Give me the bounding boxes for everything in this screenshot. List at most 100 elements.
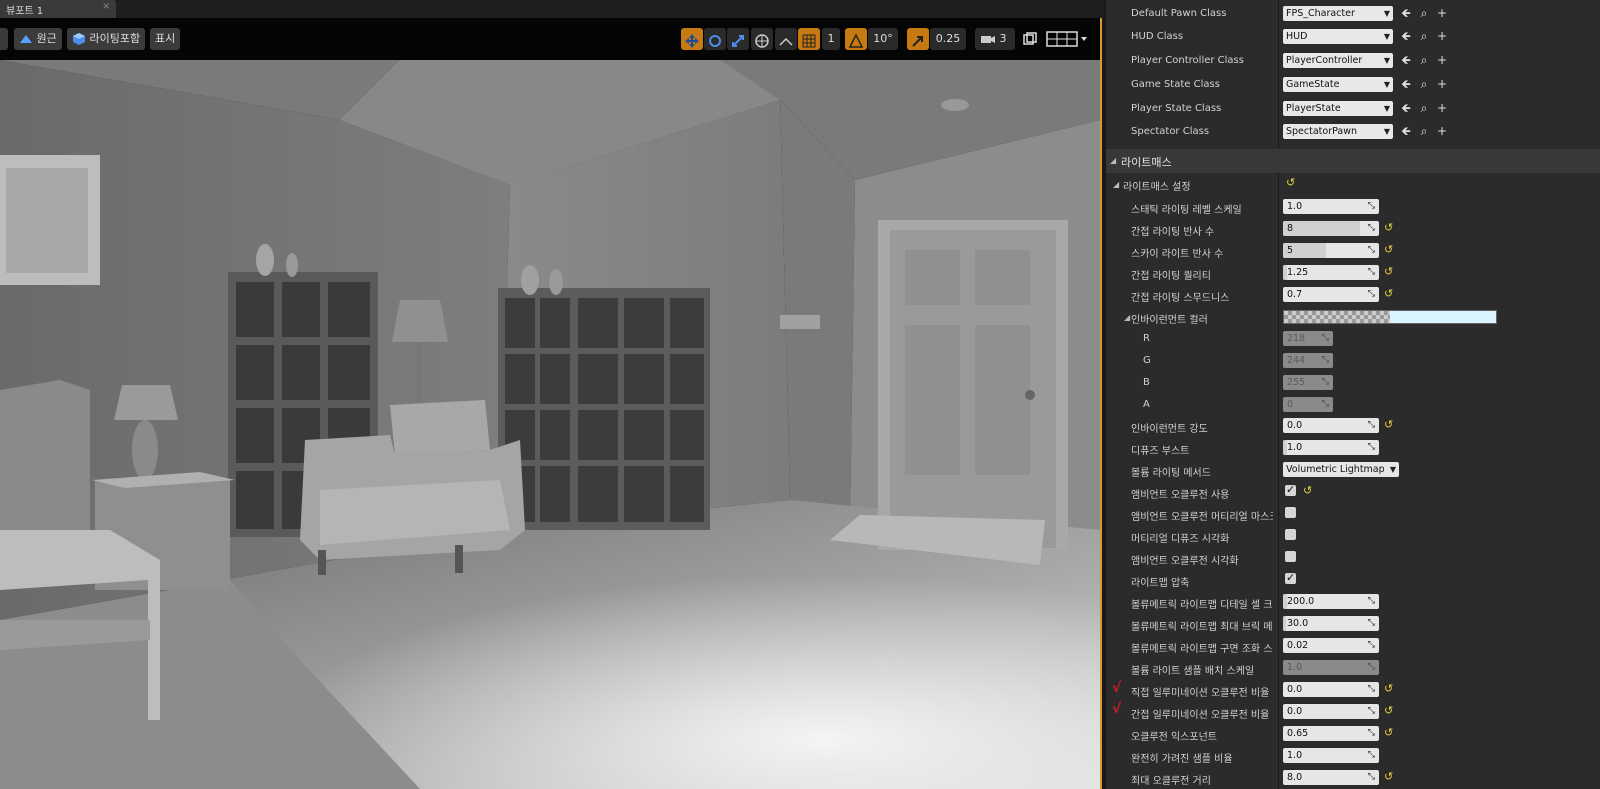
checkbox[interactable] (1285, 529, 1296, 540)
numeric-input[interactable]: 5 ⤡ (1283, 243, 1379, 258)
add-plus-icon[interactable]: + (1435, 28, 1449, 44)
drag-handle-icon: ⤡ (1321, 355, 1329, 365)
tab-viewport-1[interactable]: 뷰포트 1 × (0, 0, 116, 18)
reset-arrow-icon[interactable]: ↺ (1384, 243, 1393, 256)
color-swatch[interactable] (1283, 310, 1497, 324)
reset-arrow-icon[interactable]: ↺ (1303, 484, 1312, 497)
browse-search-icon[interactable]: ⌕ (1417, 123, 1431, 139)
lighting-method-select[interactable]: Volumetric Lightmap ▼ (1283, 462, 1399, 477)
numeric-input[interactable]: 8 ⤡ (1283, 221, 1379, 236)
lightmass-settings-header[interactable]: ◢ 라이트매스 설정 ↺ (1106, 173, 1600, 195)
layout-icon[interactable] (1046, 30, 1090, 48)
property-row-max-occlusion-distance: 최대 오클루전 거리 8.0 ⤡ ↺ (1106, 767, 1600, 789)
checkbox[interactable] (1285, 551, 1296, 562)
class-row-label: Default Pawn Class (1131, 8, 1227, 19)
reset-arrow-icon[interactable]: ↺ (1384, 418, 1393, 431)
numeric-input[interactable]: 8.0 ⤡ (1283, 770, 1379, 785)
property-row-diffuse-boost: 디퓨즈 부스트 1.0 ⤡ (1106, 437, 1600, 459)
property-row-material-diffuse-vis: 머티리얼 디퓨즈 시각화 (1106, 525, 1600, 547)
add-plus-icon[interactable]: + (1435, 123, 1449, 139)
close-icon[interactable]: × (102, 1, 110, 12)
add-plus-icon[interactable]: + (1435, 100, 1449, 116)
angle-snap-icon[interactable] (845, 28, 867, 50)
numeric-input[interactable]: 30.0 ⤡ (1283, 616, 1379, 631)
numeric-input[interactable]: 1.0 ⤡ (1283, 440, 1379, 455)
numeric-value: 1.25 (1287, 267, 1309, 278)
world-space-icon[interactable] (751, 28, 773, 50)
numeric-input[interactable]: 0.02 ⤡ (1283, 638, 1379, 653)
checkbox[interactable] (1285, 507, 1296, 518)
scale-icon[interactable] (727, 28, 749, 50)
class-select[interactable]: GameState ▼ (1283, 77, 1393, 92)
numeric-input[interactable]: 0.65 ⤡ (1283, 726, 1379, 741)
reset-arrow-icon[interactable]: ↺ (1384, 770, 1393, 783)
show-button[interactable]: 표시 (150, 28, 181, 50)
lightmass-category-header[interactable]: ◢ 라이트매스 (1106, 149, 1600, 173)
class-select[interactable]: SpectatorPawn ▼ (1283, 124, 1393, 139)
reset-arrow-icon[interactable]: ↺ (1286, 176, 1295, 189)
checkbox[interactable] (1285, 483, 1296, 496)
numeric-input[interactable]: 1.25 ⤡ (1283, 265, 1379, 280)
property-label: 볼류메트릭 라이트맵 최대 브릭 메모리 (1131, 622, 1273, 633)
use-selected-arrow-icon[interactable]: 🡸 (1399, 123, 1413, 139)
camera-speed-button[interactable]: 3 (975, 28, 1015, 50)
add-plus-icon[interactable]: + (1435, 5, 1449, 21)
reset-arrow-icon[interactable]: ↺ (1384, 265, 1393, 278)
red-check-annotation: √ (1112, 701, 1122, 717)
numeric-input[interactable]: 1.0 ⤡ (1283, 748, 1379, 763)
tab-label: 뷰포트 1 (6, 6, 44, 17)
checkbox[interactable] (1285, 571, 1296, 584)
numeric-value: 200.0 (1287, 596, 1315, 607)
rotate-icon[interactable] (704, 28, 726, 50)
perspective-button[interactable]: 원근 (14, 28, 62, 50)
collapse-triangle-icon: ◢ (1113, 180, 1120, 189)
property-row-env-intensity: 인바이런먼트 강도 0.0 ⤡ ↺ (1106, 415, 1600, 437)
surface-snap-icon[interactable] (775, 28, 797, 50)
use-selected-arrow-icon[interactable]: 🡸 (1399, 76, 1413, 92)
browse-search-icon[interactable]: ⌕ (1417, 52, 1431, 68)
numeric-input[interactable]: 0.7 ⤡ (1283, 287, 1379, 302)
class-row-label: Player State Class (1131, 103, 1222, 114)
numeric-input[interactable]: 0.0 ⤡ (1283, 682, 1379, 697)
property-label: 앰비언트 오클루전 머티리얼 마스크 (1131, 512, 1273, 523)
class-select-value: PlayerState (1286, 103, 1341, 114)
use-selected-arrow-icon[interactable]: 🡸 (1399, 28, 1413, 44)
maximize-icon[interactable] (1023, 32, 1037, 46)
browse-search-icon[interactable]: ⌕ (1417, 5, 1431, 21)
property-row-b: B 255 ⤡ (1106, 372, 1600, 394)
reset-arrow-icon[interactable]: ↺ (1384, 221, 1393, 234)
numeric-input[interactable]: 1.0 ⤡ (1283, 199, 1379, 214)
scale-snap-value[interactable]: 0.25 (930, 28, 966, 50)
numeric-input[interactable]: 0.0 ⤡ (1283, 418, 1379, 433)
translate-icon[interactable] (681, 28, 703, 50)
class-select[interactable]: PlayerState ▼ (1283, 101, 1393, 116)
use-selected-arrow-icon[interactable]: 🡸 (1399, 52, 1413, 68)
class-row-label: Player Controller Class (1131, 55, 1244, 66)
numeric-input[interactable]: 200.0 ⤡ (1283, 594, 1379, 609)
reset-arrow-icon[interactable]: ↺ (1384, 726, 1393, 739)
angle-snap-value[interactable]: 10° (868, 28, 898, 50)
reset-arrow-icon[interactable]: ↺ (1384, 704, 1393, 717)
use-selected-arrow-icon[interactable]: 🡸 (1399, 100, 1413, 116)
level-viewport[interactable]: 원근 라이팅포함 표시 1 10° 0.25 3 (0, 18, 1102, 789)
grid-size-value[interactable]: 1 (822, 28, 840, 50)
viewport-options-button[interactable] (0, 28, 8, 50)
grid-snap-icon[interactable] (798, 28, 820, 50)
property-row-use-ao: 앰비언트 오클루전 사용 ↺ (1106, 481, 1600, 503)
scale-snap-icon[interactable] (907, 28, 929, 50)
view-mode-button[interactable]: 라이팅포함 (67, 28, 146, 50)
browse-search-icon[interactable]: ⌕ (1417, 100, 1431, 116)
class-select[interactable]: FPS_Character ▼ (1283, 6, 1393, 21)
property-row-lightmap-compress: 라이트맵 압축 (1106, 569, 1600, 591)
reset-arrow-icon[interactable]: ↺ (1384, 287, 1393, 300)
class-select[interactable]: PlayerController ▼ (1283, 53, 1393, 68)
add-plus-icon[interactable]: + (1435, 52, 1449, 68)
class-select[interactable]: HUD ▼ (1283, 29, 1393, 44)
browse-search-icon[interactable]: ⌕ (1417, 28, 1431, 44)
use-selected-arrow-icon[interactable]: 🡸 (1399, 5, 1413, 21)
add-plus-icon[interactable]: + (1435, 76, 1449, 92)
browse-search-icon[interactable]: ⌕ (1417, 76, 1431, 92)
numeric-input[interactable]: 0.0 ⤡ (1283, 704, 1379, 719)
reset-arrow-icon[interactable]: ↺ (1384, 682, 1393, 695)
alpha-checker (1284, 311, 1390, 323)
